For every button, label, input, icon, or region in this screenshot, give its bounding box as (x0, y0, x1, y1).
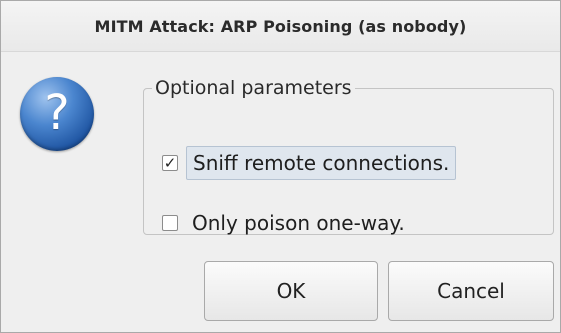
dialog-titlebar[interactable]: MITM Attack: ARP Poisoning (as nobody) (1, 1, 560, 52)
mitm-dialog: MITM Attack: ARP Poisoning (as nobody) ?… (0, 0, 561, 333)
sniff-remote-option[interactable]: ✓ Sniff remote connections. (162, 143, 457, 183)
poison-one-way-checkbox[interactable] (162, 215, 178, 231)
cancel-button[interactable]: Cancel (388, 261, 554, 321)
poison-one-way-label[interactable]: Only poison one-way. (186, 207, 411, 239)
sniff-remote-checkbox[interactable]: ✓ (162, 155, 178, 171)
poison-one-way-option[interactable]: Only poison one-way. (162, 203, 411, 243)
question-glyph: ? (44, 85, 70, 141)
question-icon: ? (20, 77, 94, 151)
sniff-remote-label[interactable]: Sniff remote connections. (186, 146, 457, 180)
ok-button[interactable]: OK (204, 261, 378, 321)
optional-parameters-legend: Optional parameters (155, 77, 352, 99)
dialog-title: MITM Attack: ARP Poisoning (as nobody) (94, 16, 467, 36)
optional-parameters-group: Optional parameters ✓ Sniff remote conne… (143, 77, 554, 235)
